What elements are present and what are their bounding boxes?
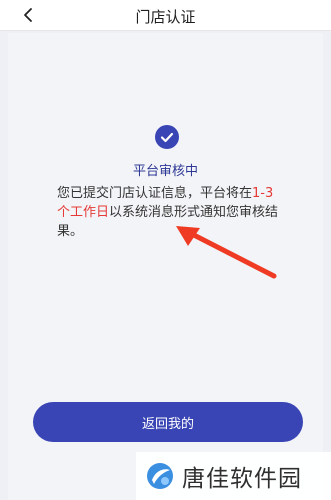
message-text: 您已提交门店认证信息，平台将在 — [57, 186, 253, 201]
page-title: 门店认证 — [135, 8, 196, 26]
status-title: 平台审核中 — [132, 164, 198, 179]
check-circle-icon — [155, 125, 179, 149]
watermark-text: 唐佳软件园 — [182, 466, 302, 492]
navigation-bar: 门店认证 — [0, 0, 331, 31]
annotation-arrow — [176, 226, 277, 279]
back-to-mine-button[interactable]: 返回我的 — [33, 402, 303, 442]
watermark: 唐佳软件园 — [136, 452, 331, 500]
logo-icon — [147, 463, 173, 489]
